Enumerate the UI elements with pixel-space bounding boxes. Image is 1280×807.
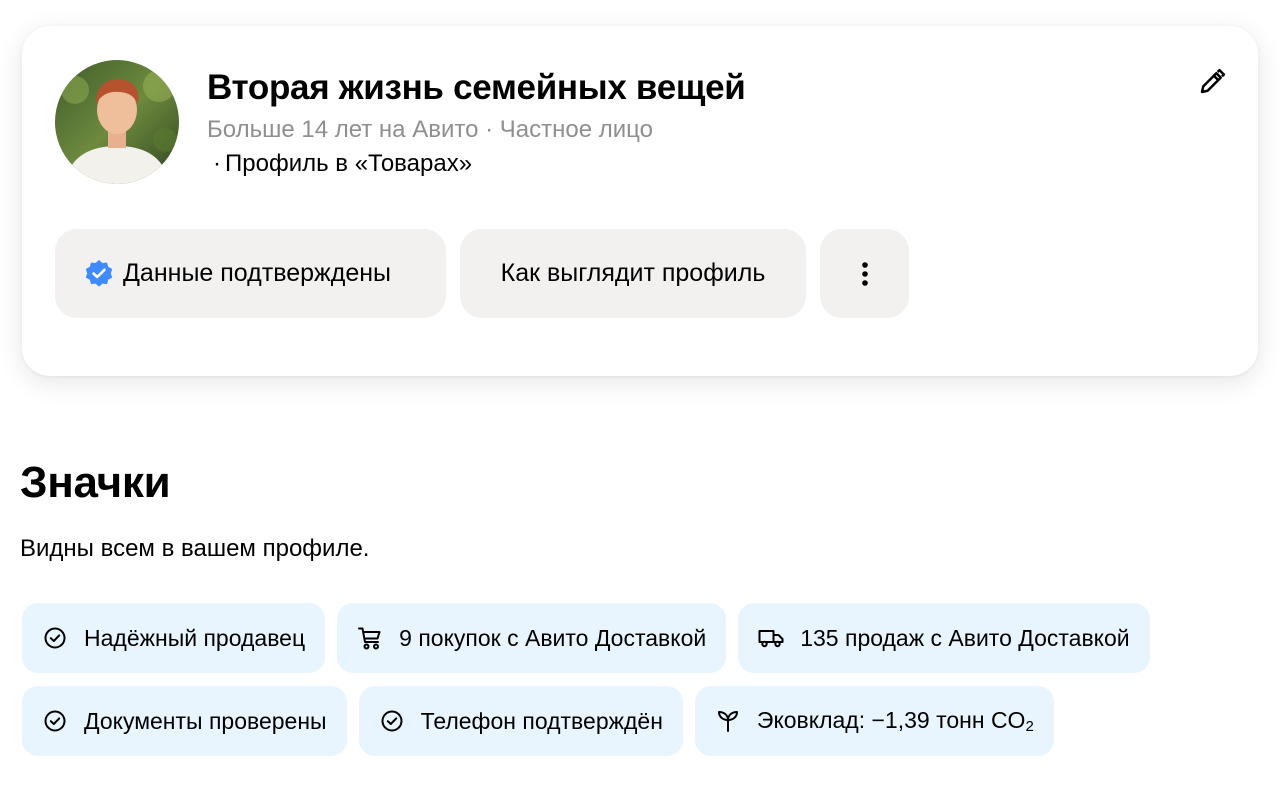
products-profile-link[interactable]: Профиль в «Товарах» — [225, 150, 472, 177]
badge-documents-verified[interactable]: Документы проверены — [22, 686, 347, 756]
check-circle-icon — [42, 625, 68, 651]
page: Вторая жизнь семейных вещей Больше 14 ле… — [0, 0, 1280, 807]
cart-icon — [357, 625, 383, 651]
badge-sales-delivery[interactable]: 135 продаж с Авито Доставкой — [738, 603, 1150, 673]
profile-link-row: · Профиль в «Товарах» — [207, 150, 472, 178]
check-circle-icon — [379, 708, 405, 734]
badge-label: 135 продаж с Авито Доставкой — [800, 624, 1130, 651]
badge-label: Документы проверены — [84, 707, 327, 734]
badge-phone-verified[interactable]: Телефон подтверждён — [358, 686, 683, 756]
badge-label: Надёжный продавец — [84, 624, 306, 651]
badge-label: Эковклад: −1,39 тонн CO2 — [757, 707, 1034, 735]
pencil-icon — [1200, 68, 1226, 94]
sprout-icon — [715, 708, 741, 734]
badge-label: 9 покупок с Авито Доставкой — [399, 624, 707, 651]
profile-actions: Данные подтверждены Как выглядит профиль — [55, 229, 909, 318]
eco-label-subscript: 2 — [1025, 718, 1034, 735]
check-circle-icon — [42, 708, 68, 734]
profile-card: Вторая жизнь семейных вещей Больше 14 ле… — [22, 26, 1258, 376]
profile-name: Вторая жизнь семейных вещей — [207, 68, 746, 107]
badge-purchases-delivery[interactable]: 9 покупок с Авито Доставкой — [337, 603, 727, 673]
verified-badge-icon — [83, 258, 115, 290]
profile-preview-button[interactable]: Как выглядит профиль — [460, 229, 806, 318]
badges-row-1: Надёжный продавец 9 покупок с Авито Дост… — [22, 603, 1150, 673]
avatar-photo — [55, 60, 179, 184]
edit-profile-button[interactable] — [1194, 64, 1230, 100]
badges-row-2: Документы проверены Телефон подтверждён … — [22, 686, 1054, 756]
avatar[interactable] — [55, 60, 179, 184]
badges-subtitle: Видны всем в вашем профиле. — [20, 535, 370, 562]
data-verified-label: Данные подтверждены — [123, 259, 391, 287]
eco-label-text: Эковклад: −1,39 тонн CO — [756, 707, 1026, 733]
more-vertical-icon — [861, 261, 868, 286]
badges-title: Значки — [20, 458, 171, 507]
more-options-button[interactable] — [820, 229, 909, 318]
badge-reliable-seller[interactable]: Надёжный продавец — [22, 603, 326, 673]
badge-label: Телефон подтверждён — [420, 707, 663, 734]
truck-icon — [758, 625, 784, 651]
badge-eco-contribution[interactable]: Эковклад: −1,39 тонн CO2 — [694, 686, 1054, 756]
data-verified-button[interactable]: Данные подтверждены — [55, 229, 446, 318]
profile-meta: Больше 14 лет на Авито · Частное лицо — [207, 116, 653, 143]
separator-dot: · — [213, 150, 221, 177]
profile-preview-label: Как выглядит профиль — [500, 259, 766, 287]
